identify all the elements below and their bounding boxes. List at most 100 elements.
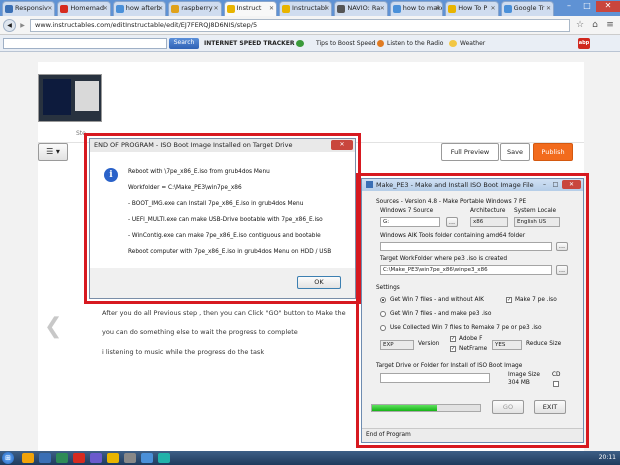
radio-link[interactable]: Listen to the Radio xyxy=(387,38,443,49)
aik-field[interactable] xyxy=(380,242,552,251)
tab-label: NAVIO: Ra xyxy=(347,4,381,12)
progress-bar xyxy=(371,404,481,412)
browser-tab[interactable]: Responsiv ✕ xyxy=(2,1,56,16)
reduce-size-select[interactable]: YES xyxy=(492,340,522,350)
source-browse-button[interactable]: ... xyxy=(446,217,458,227)
adobe-checkbox[interactable]: ✓ xyxy=(450,336,456,342)
taskbar-app-icon[interactable] xyxy=(90,453,102,463)
tab-close-icon[interactable]: ✕ xyxy=(158,2,163,15)
taskbar-app-icon[interactable] xyxy=(141,453,153,463)
locale-select[interactable]: English US xyxy=(514,217,560,227)
tab-close-icon[interactable]: ✕ xyxy=(380,2,385,15)
pe3-minimize-button[interactable]: – xyxy=(539,180,550,189)
option-radio[interactable] xyxy=(380,325,386,331)
message-close-button[interactable]: ✕ xyxy=(331,140,353,150)
tab-favicon-icon xyxy=(392,5,401,13)
start-button[interactable]: ⊞ xyxy=(2,452,14,464)
close-window-button[interactable]: ✕ xyxy=(596,1,620,12)
message-line: - UEFI_MULTI.exe can make USB-Drive boot… xyxy=(128,217,323,223)
tab-label: raspberry xyxy=(181,4,213,12)
message-line: - WinContig.exe can make 7pe_x86_E.iso c… xyxy=(128,233,321,239)
cd-checkbox[interactable] xyxy=(553,381,559,387)
body-line[interactable]: i listening to music while the progress … xyxy=(102,348,264,356)
option-radio[interactable] xyxy=(380,311,386,317)
version-select[interactable]: EXP xyxy=(380,340,414,350)
previous-step-arrow-icon[interactable]: ❮ xyxy=(44,314,62,339)
version-label: Version xyxy=(418,341,440,347)
taskbar-app-icon[interactable] xyxy=(124,453,136,463)
netframe-label: NetFrame xyxy=(459,346,488,352)
sources-heading: Sources - Version 4.8 - Make Portable Wi… xyxy=(376,199,527,205)
exit-button[interactable]: EXIT xyxy=(534,400,566,414)
full-preview-button[interactable]: Full Preview xyxy=(441,143,499,161)
go-button[interactable]: GO xyxy=(492,400,524,414)
body-line[interactable]: you can do something else to wait the pr… xyxy=(102,328,298,336)
taskbar-app-icon[interactable] xyxy=(39,453,51,463)
option-radio[interactable] xyxy=(380,297,386,303)
toolbar-search-input[interactable] xyxy=(3,38,167,49)
tab-close-icon[interactable]: ✕ xyxy=(435,2,440,15)
adblock-icon[interactable]: abp xyxy=(578,38,590,49)
netframe-checkbox[interactable]: ✓ xyxy=(450,346,456,352)
architecture-select[interactable]: x86 xyxy=(470,217,508,227)
browser-tab[interactable]: Google Tr ✕ xyxy=(500,1,554,16)
tab-close-icon[interactable]: ✕ xyxy=(103,2,108,15)
app-icon xyxy=(366,181,373,188)
browser-tab[interactable]: how afterb ✕ xyxy=(112,1,167,16)
taskbar-app-icon[interactable] xyxy=(22,453,34,463)
browser-tab[interactable]: Instruct ✕ xyxy=(223,1,277,16)
source-field[interactable]: G: xyxy=(380,217,440,227)
tab-close-icon[interactable]: ✕ xyxy=(324,2,329,15)
target-field[interactable]: C:\Make_PE3\win7pe_x86\winpe3_x86 xyxy=(380,265,552,275)
target-browse-button[interactable]: ... xyxy=(556,265,568,275)
browser-tab[interactable]: how to make instructables post✕ xyxy=(389,1,444,16)
speed-icon xyxy=(296,40,304,47)
toolbar-search-button[interactable]: Search xyxy=(169,38,199,49)
url-field[interactable]: www.instructables.com/editInstructable/e… xyxy=(30,19,570,32)
browser-tab[interactable]: NAVIO: Ra ✕ xyxy=(334,1,388,16)
pe3-maximize-button[interactable]: □ xyxy=(550,180,561,189)
taskbar-app-icon[interactable] xyxy=(107,453,119,463)
speed-tracker-link[interactable]: INTERNET SPEED TRACKER xyxy=(204,38,294,49)
minimize-button[interactable]: – xyxy=(560,1,578,12)
save-button[interactable]: Save xyxy=(500,143,530,161)
tab-close-icon[interactable]: ✕ xyxy=(269,2,274,15)
taskbar-app-icon[interactable] xyxy=(73,453,85,463)
aik-browse-button[interactable]: ... xyxy=(556,242,568,251)
publish-button[interactable]: Publish xyxy=(533,143,573,161)
taskbar-app-icon[interactable] xyxy=(56,453,68,463)
make-pe3-title-text: Make_PE3 - Make and Install ISO Boot Ima… xyxy=(376,181,534,189)
tips-boost-speed-link[interactable]: Tips to Boost Speed xyxy=(316,38,376,49)
maximize-button[interactable]: □ xyxy=(578,1,596,12)
tab-label: How To P xyxy=(458,4,488,12)
image-size-label: Image Size xyxy=(508,372,540,378)
make7pe-checkbox[interactable]: ✓ xyxy=(506,297,512,303)
browser-tab[interactable]: raspberry ✕ xyxy=(168,1,222,16)
ok-button[interactable]: OK xyxy=(297,276,341,289)
tab-close-icon[interactable]: ✕ xyxy=(214,2,219,15)
drive-field[interactable] xyxy=(380,373,490,383)
forward-button[interactable]: ▶ xyxy=(17,20,28,31)
list-format-button[interactable]: ☰ ▾ xyxy=(38,143,68,161)
option-label: Use Collected Win 7 files to Remake 7 pe… xyxy=(390,325,542,331)
home-icon[interactable]: ⌂ xyxy=(589,19,601,31)
browser-tab[interactable]: Homemad ✕ xyxy=(57,1,111,16)
tab-close-icon[interactable]: ✕ xyxy=(546,2,551,15)
status-text: End of Program xyxy=(366,432,411,438)
back-button[interactable]: ◀ xyxy=(3,19,16,32)
tab-label: Instructabl xyxy=(292,4,327,12)
taskbar-app-icon[interactable] xyxy=(158,453,170,463)
star-icon[interactable]: ☆ xyxy=(574,19,586,31)
clock: 20:11 xyxy=(598,454,616,461)
browser-tab[interactable]: How To P ✕ xyxy=(445,1,499,16)
step-image-thumbnail[interactable] xyxy=(38,74,102,122)
body-line[interactable]: After you do all Previous step , then yo… xyxy=(102,309,354,317)
pe3-close-button[interactable]: ✕ xyxy=(562,180,581,189)
make-pe3-window: Make_PE3 - Make and Install ISO Boot Ima… xyxy=(361,178,584,443)
menu-icon[interactable]: ≡ xyxy=(604,19,616,31)
weather-link[interactable]: Weather xyxy=(460,38,485,49)
tab-close-icon[interactable]: ✕ xyxy=(47,2,52,15)
browser-tab[interactable]: Instructabl ✕ xyxy=(279,1,333,16)
tab-close-icon[interactable]: ✕ xyxy=(491,2,496,15)
navigation-bar: ◀ ▶ www.instructables.com/editInstructab… xyxy=(0,16,620,35)
